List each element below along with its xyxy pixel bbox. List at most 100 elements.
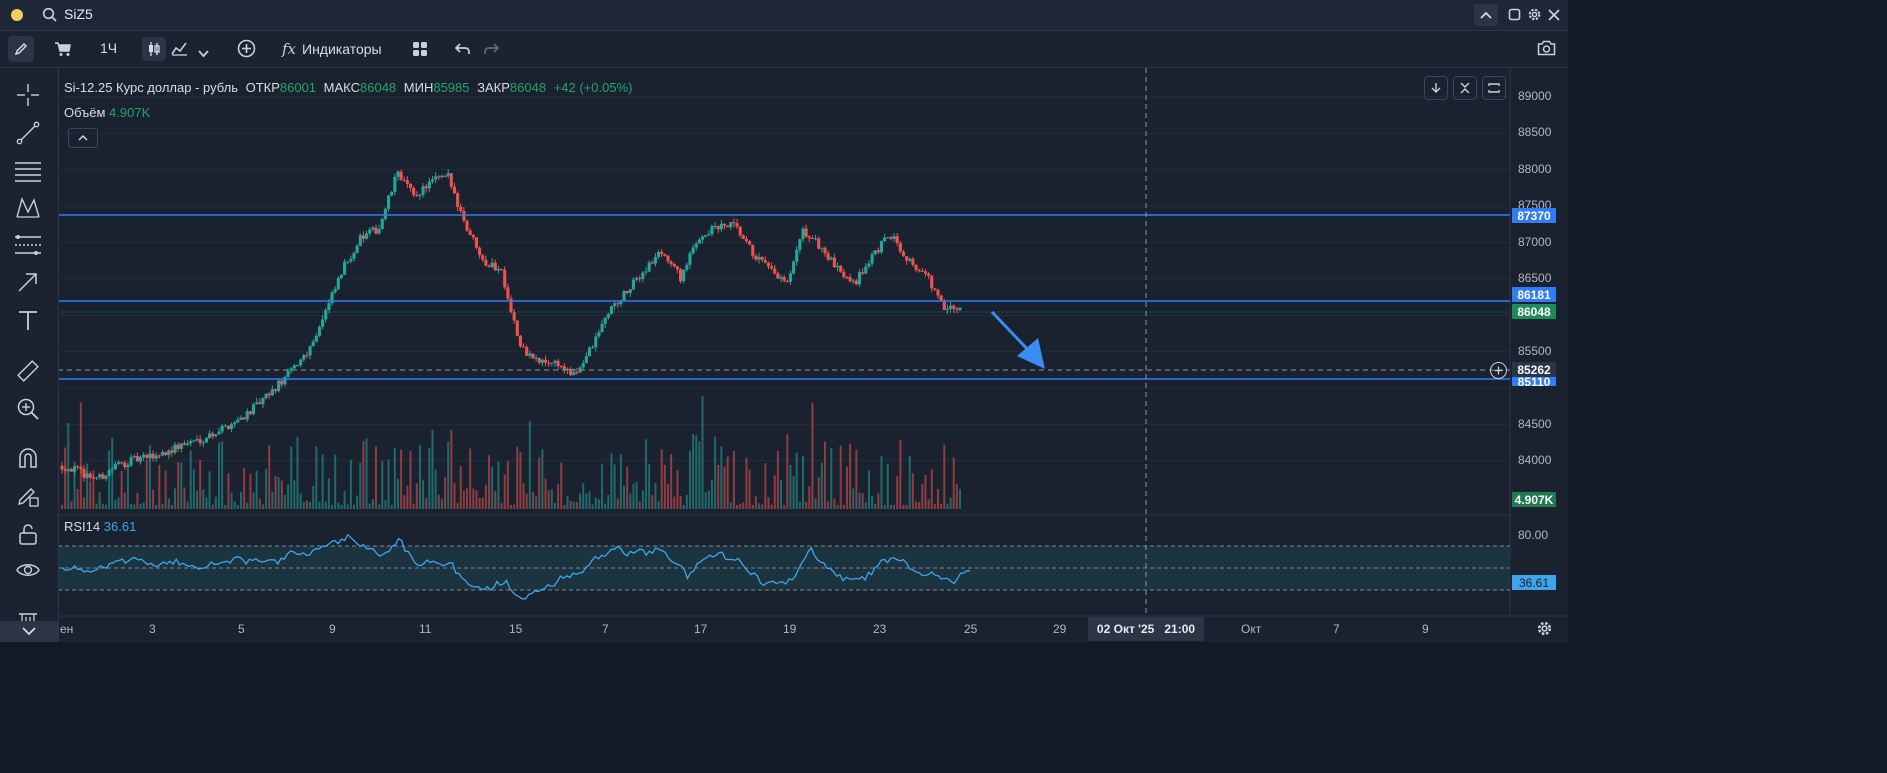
fibonacci-tool-icon[interactable] [14,234,42,261]
volume-tag: 4.907K [1512,492,1556,507]
zoom-in-tool-icon[interactable] [16,397,40,426]
candle-body [609,306,614,314]
candle-body [396,171,400,177]
draw-mode-tool-icon[interactable] [16,484,40,513]
add-circle-icon[interactable] [237,39,256,63]
collapse-legend-button[interactable] [68,128,98,148]
volume-bar [356,495,359,509]
volume-bar [770,504,773,509]
candle-body [321,319,325,327]
chevron-down-icon[interactable] [198,45,209,63]
time-tick: 29 [1053,622,1067,636]
volume-bar [613,464,616,509]
candle-body [700,236,705,240]
volume-bar [663,464,666,509]
text-tool-icon[interactable] [17,309,39,336]
window-restore-icon[interactable] [1508,8,1521,26]
volume-value: 4.907K [109,105,151,120]
candle-body [189,441,193,444]
time-tick: 23 [873,622,887,636]
candle-body [770,266,774,269]
layout-grid-icon[interactable] [412,41,428,62]
add-level-plus-icon[interactable] [1490,362,1507,379]
candle-body [277,380,281,392]
cart-icon[interactable] [54,41,72,62]
candle-body [704,234,708,237]
volume-bar [331,504,334,509]
timeframe-button[interactable]: 1Ч [100,40,117,56]
volume-bar [849,443,852,509]
volume-bar [170,504,173,509]
settings-gear-icon[interactable] [1536,620,1553,642]
volume-bar [569,500,572,509]
area-chart-icon[interactable] [171,41,188,61]
undo-icon[interactable] [454,42,471,61]
volume-bar [720,446,723,509]
lock-tool-icon[interactable] [18,523,38,550]
volume-bar [120,470,123,509]
volume-bar [396,478,399,509]
candle-body [192,440,196,442]
candle-body [462,210,466,221]
candle-body [273,389,278,392]
ticker-label[interactable]: SiZ5 [64,6,93,22]
pencil-mode-button[interactable] [8,36,34,62]
volume-bar [645,439,648,509]
visibility-tool-icon[interactable] [16,560,40,585]
arrow-tool-icon[interactable] [17,271,39,298]
volume-bar [265,468,268,509]
camera-icon[interactable] [1537,40,1556,61]
volume-bar [535,496,538,509]
volume-bar [830,448,833,509]
scroll-down-button[interactable] [1424,76,1448,100]
search-icon[interactable] [42,7,58,28]
volume-bar [224,504,227,509]
fit-vertical-button[interactable] [1453,76,1477,100]
price-chart[interactable] [0,68,1568,642]
candle-body [547,362,551,364]
horizontal-lines-tool-icon[interactable] [14,160,42,187]
volume-bar [792,476,795,509]
auto-scale-button[interactable] [1482,76,1506,100]
candle-body [503,269,507,288]
volume-bar [635,481,638,509]
candle-body [405,180,409,184]
candle-body [672,263,676,267]
crosshair-tool-icon[interactable] [16,83,40,112]
volume-bar [579,493,582,509]
ruler-tool-icon[interactable] [16,359,40,388]
candle-body [164,452,168,455]
indicators-button[interactable]: fx Индикаторы [282,38,382,60]
collapse-panel-button[interactable] [0,621,58,642]
candle-body [873,250,877,255]
redo-icon[interactable] [483,42,500,61]
volume-bar [905,504,908,509]
pattern-tool-icon[interactable] [15,196,41,225]
crosshair-time-tag: 02 Окт '25 21:00 [1088,617,1204,641]
candle-body [361,235,365,239]
close-icon[interactable] [1548,8,1560,26]
volume-bar [246,502,249,509]
candle-body [641,272,645,279]
candle-body [528,353,532,356]
volume-bar [205,497,208,509]
candle-body [540,359,544,363]
candle-body [635,277,639,280]
volume-bar [337,502,340,509]
candle-body [424,186,428,189]
candle-body [358,235,362,246]
volume-bar [601,463,604,509]
volume-bar [717,464,720,509]
volume-bar [566,495,569,509]
gear-icon[interactable] [1527,7,1542,27]
magnet-tool-icon[interactable] [17,447,39,474]
candle-type-button[interactable] [142,37,166,61]
volume-bar [453,483,456,509]
trend-line-tool-icon[interactable] [16,121,40,150]
collapse-button[interactable] [1474,4,1498,26]
volume-bar [287,484,290,509]
volume-bar [660,449,663,509]
volume-bar [933,504,936,509]
candle-body [201,442,205,444]
volume-bar [133,504,136,509]
